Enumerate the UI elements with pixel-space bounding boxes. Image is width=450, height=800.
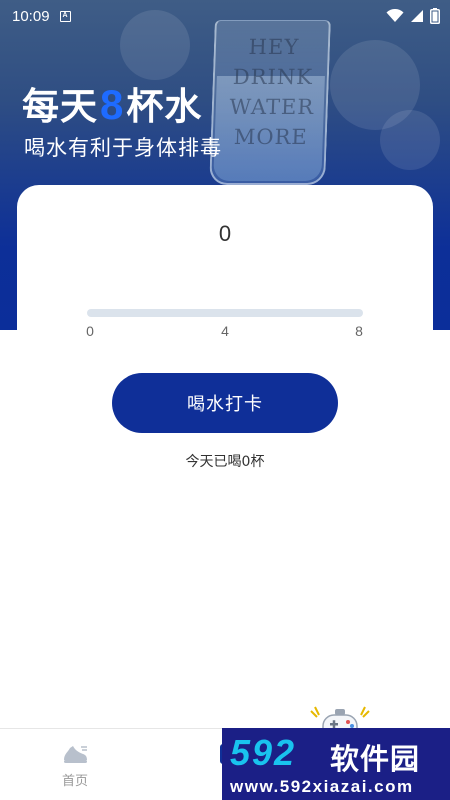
glass-text-line: DRINK bbox=[232, 65, 314, 89]
signal-icon bbox=[411, 10, 423, 22]
site-watermark-logo: 592 软件园 www.592xiazai.com bbox=[222, 728, 450, 800]
progress-tick-label: 4 bbox=[221, 323, 229, 339]
cups-count: 0 bbox=[218, 221, 232, 246]
drink-checkin-button[interactable]: 喝水打卡 bbox=[112, 373, 338, 433]
hero-title-suffix: 杯水 bbox=[126, 85, 203, 128]
watermark-number: 592 bbox=[230, 732, 297, 773]
hero-subtitle: 喝水有利于身体排毒 bbox=[24, 136, 222, 160]
nav-item-home[interactable]: 首页 bbox=[20, 729, 130, 800]
sneaker-icon bbox=[64, 745, 87, 763]
water-tracker-card: 0 0 4 8 喝水打卡 今天已喝0杯 bbox=[17, 185, 433, 765]
wifi-icon bbox=[386, 9, 404, 22]
hero-title-prefix: 每天 bbox=[22, 85, 98, 128]
hero-title: 每天8杯水 bbox=[22, 76, 202, 130]
status-bar: 10:09 A bbox=[0, 0, 450, 32]
progress-tick-label: 0 bbox=[86, 323, 94, 339]
glass-text-line: HEY bbox=[248, 35, 300, 59]
hero-title-number: 8 bbox=[100, 81, 125, 128]
water-glass-image: HEY DRINK WATER MORE bbox=[209, 20, 331, 185]
progress-tick-label: 8 bbox=[355, 323, 363, 339]
glass-text-line: WATER bbox=[229, 95, 315, 119]
sim-notification-icon: A bbox=[59, 10, 71, 22]
background-bokeh bbox=[380, 110, 440, 170]
status-time: 10:09 bbox=[12, 7, 50, 25]
watermark-brand: 软件园 bbox=[330, 742, 421, 776]
today-summary: 今天已喝0杯 bbox=[185, 454, 265, 470]
battery-icon bbox=[430, 8, 440, 24]
nav-item-label: 首页 bbox=[61, 773, 88, 789]
glass-text-line: MORE bbox=[233, 125, 309, 149]
watermark-url: www.592xiazai.com bbox=[230, 777, 414, 796]
progress-bar bbox=[87, 309, 363, 317]
